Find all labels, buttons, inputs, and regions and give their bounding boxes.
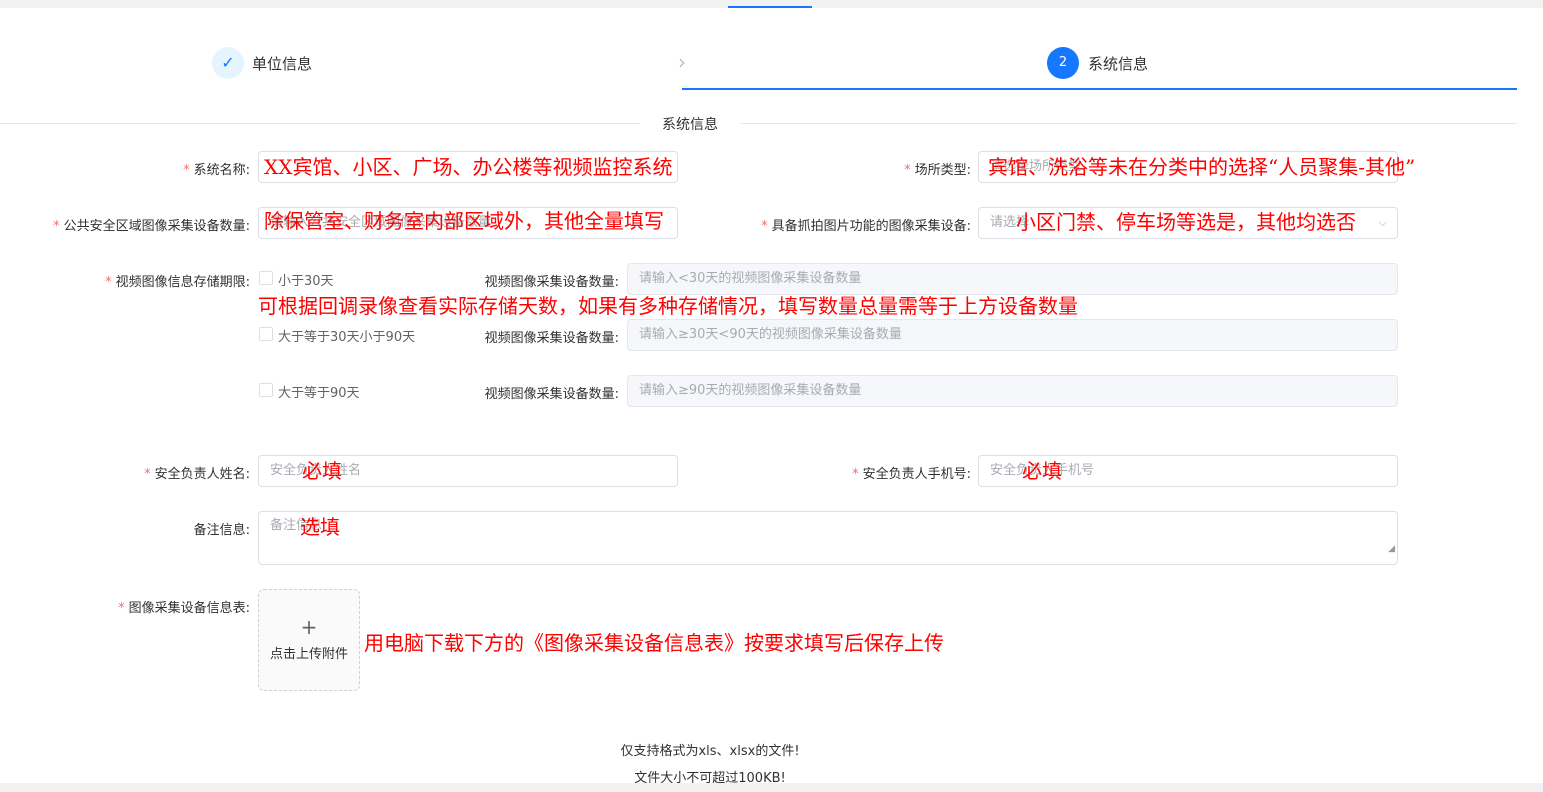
- chevron-right-icon: ›: [678, 50, 686, 74]
- annotation-site-type: 宾馆、洗浴等未在分类中的选择“人员聚集-其他”: [988, 155, 1416, 179]
- storage-ge90-checkbox[interactable]: [259, 383, 273, 397]
- annotation-security-phone: 必填: [1022, 459, 1062, 483]
- storage-lt30-text: 小于30天: [278, 274, 334, 289]
- count-ge90-input[interactable]: 请输入≥90天的视频图像采集设备数量: [627, 375, 1398, 407]
- system-name-label: * 系统名称:: [183, 163, 250, 178]
- annotation-snapshot-devices: 小区门禁、停车场等选是，其他均选否: [1016, 210, 1356, 234]
- active-step-underline: [682, 88, 1517, 90]
- annotation-remarks: 选填: [300, 515, 340, 539]
- step-title-system-info: 系统信息: [1088, 55, 1149, 73]
- divider-left: [0, 123, 640, 124]
- check-icon: ✓: [212, 47, 244, 79]
- storage-30to90-text: 大于等于30天小于90天: [278, 330, 416, 345]
- storage-30to90-checkbox[interactable]: [259, 327, 273, 341]
- remarks-textarea[interactable]: 备注信息 ◢: [258, 511, 1398, 565]
- snapshot-devices-label: * 具备抓拍图片功能的图像采集设备:: [761, 219, 971, 234]
- annotation-security-name: 必填: [302, 459, 342, 483]
- storage-period-label: * 视频图像信息存储期限:: [105, 275, 250, 290]
- top-tab-indicator: [728, 6, 812, 8]
- storage-ge90-text: 大于等于90天: [278, 386, 360, 401]
- remarks-label: 备注信息:: [193, 523, 250, 538]
- count-label-lt30: 视频图像采集设备数量:: [484, 275, 619, 290]
- public-devices-label: * 公共安全区域图像采集设备数量:: [53, 219, 250, 234]
- annotation-public-devices: 除保管室、财务室内部区域外，其他全量填写: [264, 209, 664, 233]
- count-label-30to90: 视频图像采集设备数量:: [484, 331, 619, 346]
- security-name-label: * 安全负责人姓名:: [144, 467, 250, 482]
- security-phone-label: * 安全负责人手机号:: [852, 467, 971, 482]
- section-title: 系统信息: [640, 114, 740, 134]
- count-30to90-input[interactable]: 请输入≥30天<90天的视频图像采集设备数量: [627, 319, 1398, 351]
- annotation-upload: 用电脑下载下方的《图像采集设备信息表》按要求填写后保存上传: [364, 631, 944, 655]
- upload-button[interactable]: + 点击上传附件: [258, 589, 360, 691]
- upload-tip-format: 仅支持格式为xls、xlsx的文件!: [620, 744, 800, 759]
- upload-text: 点击上传附件: [269, 647, 348, 662]
- step-number-2: 2: [1047, 47, 1079, 79]
- annotation-storage: 可根据回调录像查看实际存储天数，如果有多种存储情况，填写数量总量需等于上方设备数…: [258, 294, 1078, 318]
- divider-right: [740, 123, 1517, 124]
- site-type-label: * 场所类型:: [904, 163, 971, 178]
- storage-lt30-checkbox[interactable]: [259, 271, 273, 285]
- annotation-system-name: XX宾馆、小区、广场、办公楼等视频监控系统: [264, 155, 673, 179]
- device-sheet-label: * 图像采集设备信息表:: [118, 601, 250, 616]
- chevron-down-icon: ⌵: [1378, 216, 1387, 229]
- step-title-unit-info: 单位信息: [252, 55, 313, 73]
- bottom-bar: [0, 783, 1543, 792]
- count-lt30-input[interactable]: 请输入<30天的视频图像采集设备数量: [627, 263, 1398, 295]
- plus-icon: +: [300, 615, 318, 639]
- count-label-ge90: 视频图像采集设备数量:: [484, 387, 619, 402]
- resize-handle-icon[interactable]: ◢: [1388, 535, 1395, 563]
